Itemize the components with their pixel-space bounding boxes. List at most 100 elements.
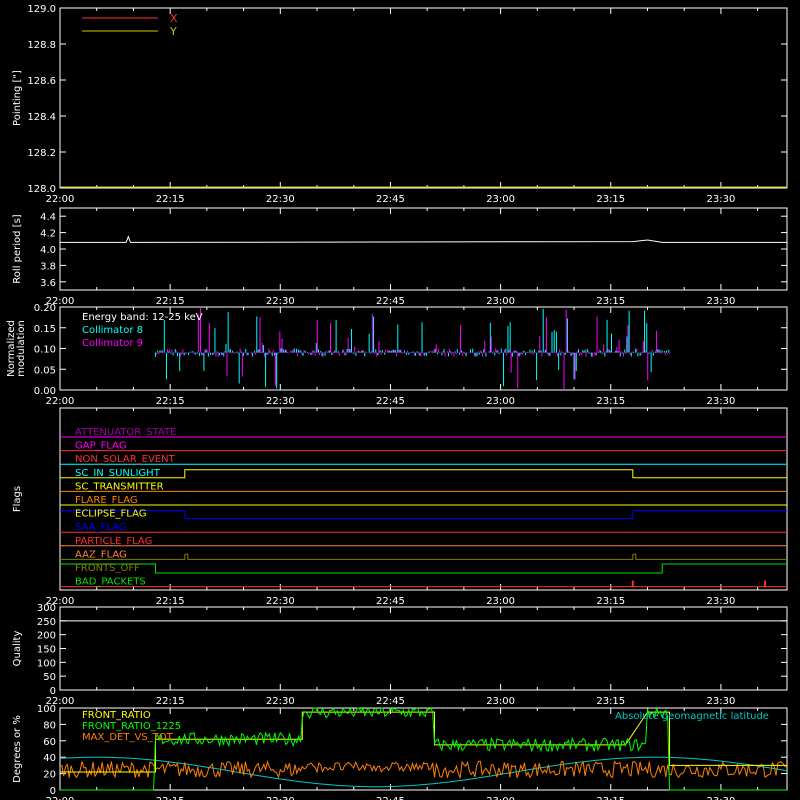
x-tick-label: 22:45 <box>376 396 405 407</box>
x-tick-label: 22:15 <box>156 194 185 205</box>
x-tick-label: 23:00 <box>486 696 515 707</box>
y-axis-label: Pointing ["] <box>12 70 23 126</box>
x-tick-label: 22:15 <box>156 796 185 800</box>
x-tick-label: 23:30 <box>706 596 735 607</box>
x-tick-label: 23:15 <box>596 396 625 407</box>
geomagnetic-latitude-line <box>59 756 788 788</box>
y-tick-label: 0.00 <box>34 386 56 397</box>
x-tick-label: 23:15 <box>596 194 625 205</box>
geomagnetic-latitude-label: Absolute geomagnetic latitude <box>615 711 769 722</box>
flag-label-gap-flag: GAP_FLAG <box>75 441 127 452</box>
x-tick-label: 22:30 <box>266 194 295 205</box>
legend-label-y: Y <box>169 25 177 38</box>
y-tick-label: 128.0 <box>27 184 56 195</box>
flag-line-eclipse-flag <box>60 510 787 520</box>
x-tick-label: 22:00 <box>46 194 75 205</box>
y-tick-label: 0.05 <box>34 365 56 376</box>
max-det-vs-tot-line <box>59 759 788 780</box>
y-tick-label: 200 <box>37 631 56 642</box>
x-tick-label: 23:00 <box>486 796 515 800</box>
y-tick-label: 100 <box>37 704 56 715</box>
y-axis-label: Quality <box>12 631 23 667</box>
y-tick-label: 4.0 <box>40 245 56 256</box>
flag-label-fronts-off: FRONTS_OFF <box>75 563 140 574</box>
x-tick-label: 22:15 <box>156 596 185 607</box>
flag-label-attenuator-state: ATTENUATOR_STATE <box>75 427 176 438</box>
legend-front-ratio: FRONT_RATIO <box>82 710 151 721</box>
flag-label-saa-flag: SAA_FLAG <box>75 522 126 533</box>
flag-label-bad-packets: BAD_PACKETS <box>75 577 146 588</box>
flag-label-eclipse-flag: ECLIPSE_FLAG <box>75 509 146 520</box>
panel-frame <box>59 207 788 291</box>
x-tick-label: 23:30 <box>706 296 735 307</box>
x-tick-label: 23:30 <box>706 396 735 407</box>
y-tick-label: 300 <box>37 603 56 614</box>
flag-line-aaz-flag <box>60 553 787 560</box>
y-tick-label: 60 <box>43 737 56 748</box>
flag-label-sc-in-sunlight: SC_IN_SUNLIGHT <box>75 468 161 479</box>
y-tick-label: 40 <box>43 753 56 764</box>
y-axis-label: Flags <box>12 486 23 512</box>
y-tick-label: 20 <box>43 770 56 781</box>
modulation-bars <box>154 307 671 390</box>
x-tick-label: 22:45 <box>376 796 405 800</box>
x-tick-label: 22:45 <box>376 194 405 205</box>
y-tick-label: 128.4 <box>27 112 56 123</box>
y-tick-label: 250 <box>37 617 56 628</box>
x-tick-label: 22:30 <box>266 596 295 607</box>
x-tick-label: 23:30 <box>706 194 735 205</box>
flag-label-sc-transmitter: SC_TRANSMITTER <box>75 481 164 492</box>
y-tick-label: 80 <box>43 720 56 731</box>
x-tick-label: 22:30 <box>266 696 295 707</box>
y-tick-label: 0.10 <box>34 345 56 356</box>
y-tick-label: 3.6 <box>40 278 56 289</box>
x-tick-label: 22:30 <box>266 396 295 407</box>
x-tick-label: 22:00 <box>46 396 75 407</box>
y-tick-label: 0.15 <box>34 324 56 335</box>
y-tick-label: 4.4 <box>40 212 56 223</box>
y-tick-label: 128.2 <box>27 148 56 159</box>
y-tick-label: 0.20 <box>34 303 56 314</box>
x-tick-label: 23:00 <box>486 296 515 307</box>
rhessi-summary-plot: 22:00 22:15 22:30 22:45 23:00 23:15 23:30 128.0… <box>0 0 800 800</box>
panel-frame <box>59 606 788 691</box>
x-tick-label: 23:00 <box>486 396 515 407</box>
flag-label-non-solar-event: NON_SOLAR_EVENT <box>75 454 176 465</box>
flag-label-particle-flag: PARTICLE_FLAG <box>75 536 152 547</box>
legend-collimator-8: Collimator 8 <box>82 325 143 336</box>
x-tick-label: 23:00 <box>486 596 515 607</box>
modulation-legend-title: Energy band: 12-25 keV <box>82 312 203 323</box>
y-tick-label: 3.8 <box>40 261 56 272</box>
legend-label-x: X <box>170 12 178 25</box>
flag-line-sc-in-sunlight <box>60 469 787 479</box>
x-tick-label: 23:30 <box>706 796 735 800</box>
x-tick-label: 22:45 <box>376 296 405 307</box>
x-tick-label: 22:30 <box>266 296 295 307</box>
flag-line-fronts-off <box>60 563 787 574</box>
x-tick-label: 22:45 <box>376 696 405 707</box>
y-axis-label: Degrees or % <box>12 715 23 783</box>
x-tick-label: 22:30 <box>266 796 295 800</box>
flag-label-aaz-flag: AAZ_FLAG <box>75 549 127 560</box>
x-tick-label: 23:00 <box>486 194 515 205</box>
y-tick-label: 50 <box>43 672 56 683</box>
flag-label-flare-flag: FLARE_FLAG <box>75 495 138 506</box>
y-tick-label: 150 <box>37 645 56 656</box>
legend-max-det-vs-tot: MAX_DET_VS_TOT <box>82 732 174 743</box>
x-tick-label: 23:15 <box>596 296 625 307</box>
y-tick-label: 100 <box>37 658 56 669</box>
x-tick-label: 22:15 <box>156 396 185 407</box>
y-axis-label: modulation <box>16 320 27 377</box>
y-tick-label: 129.0 <box>27 4 56 15</box>
y-tick-label: 128.6 <box>27 76 56 87</box>
y-tick-label: 0 <box>50 686 56 697</box>
x-tick-label: 22:15 <box>156 296 185 307</box>
x-tick-label: 23:15 <box>596 696 625 707</box>
legend-collimator-9: Collimator 9 <box>82 338 143 349</box>
y-tick-label: 0 <box>50 786 56 797</box>
x-tick-label: 22:45 <box>376 596 405 607</box>
x-tick-label: 23:15 <box>596 596 625 607</box>
x-tick-label: 23:15 <box>596 796 625 800</box>
x-tick-label: 23:30 <box>706 696 735 707</box>
y-axis-label: Roll period [s] <box>12 214 23 283</box>
